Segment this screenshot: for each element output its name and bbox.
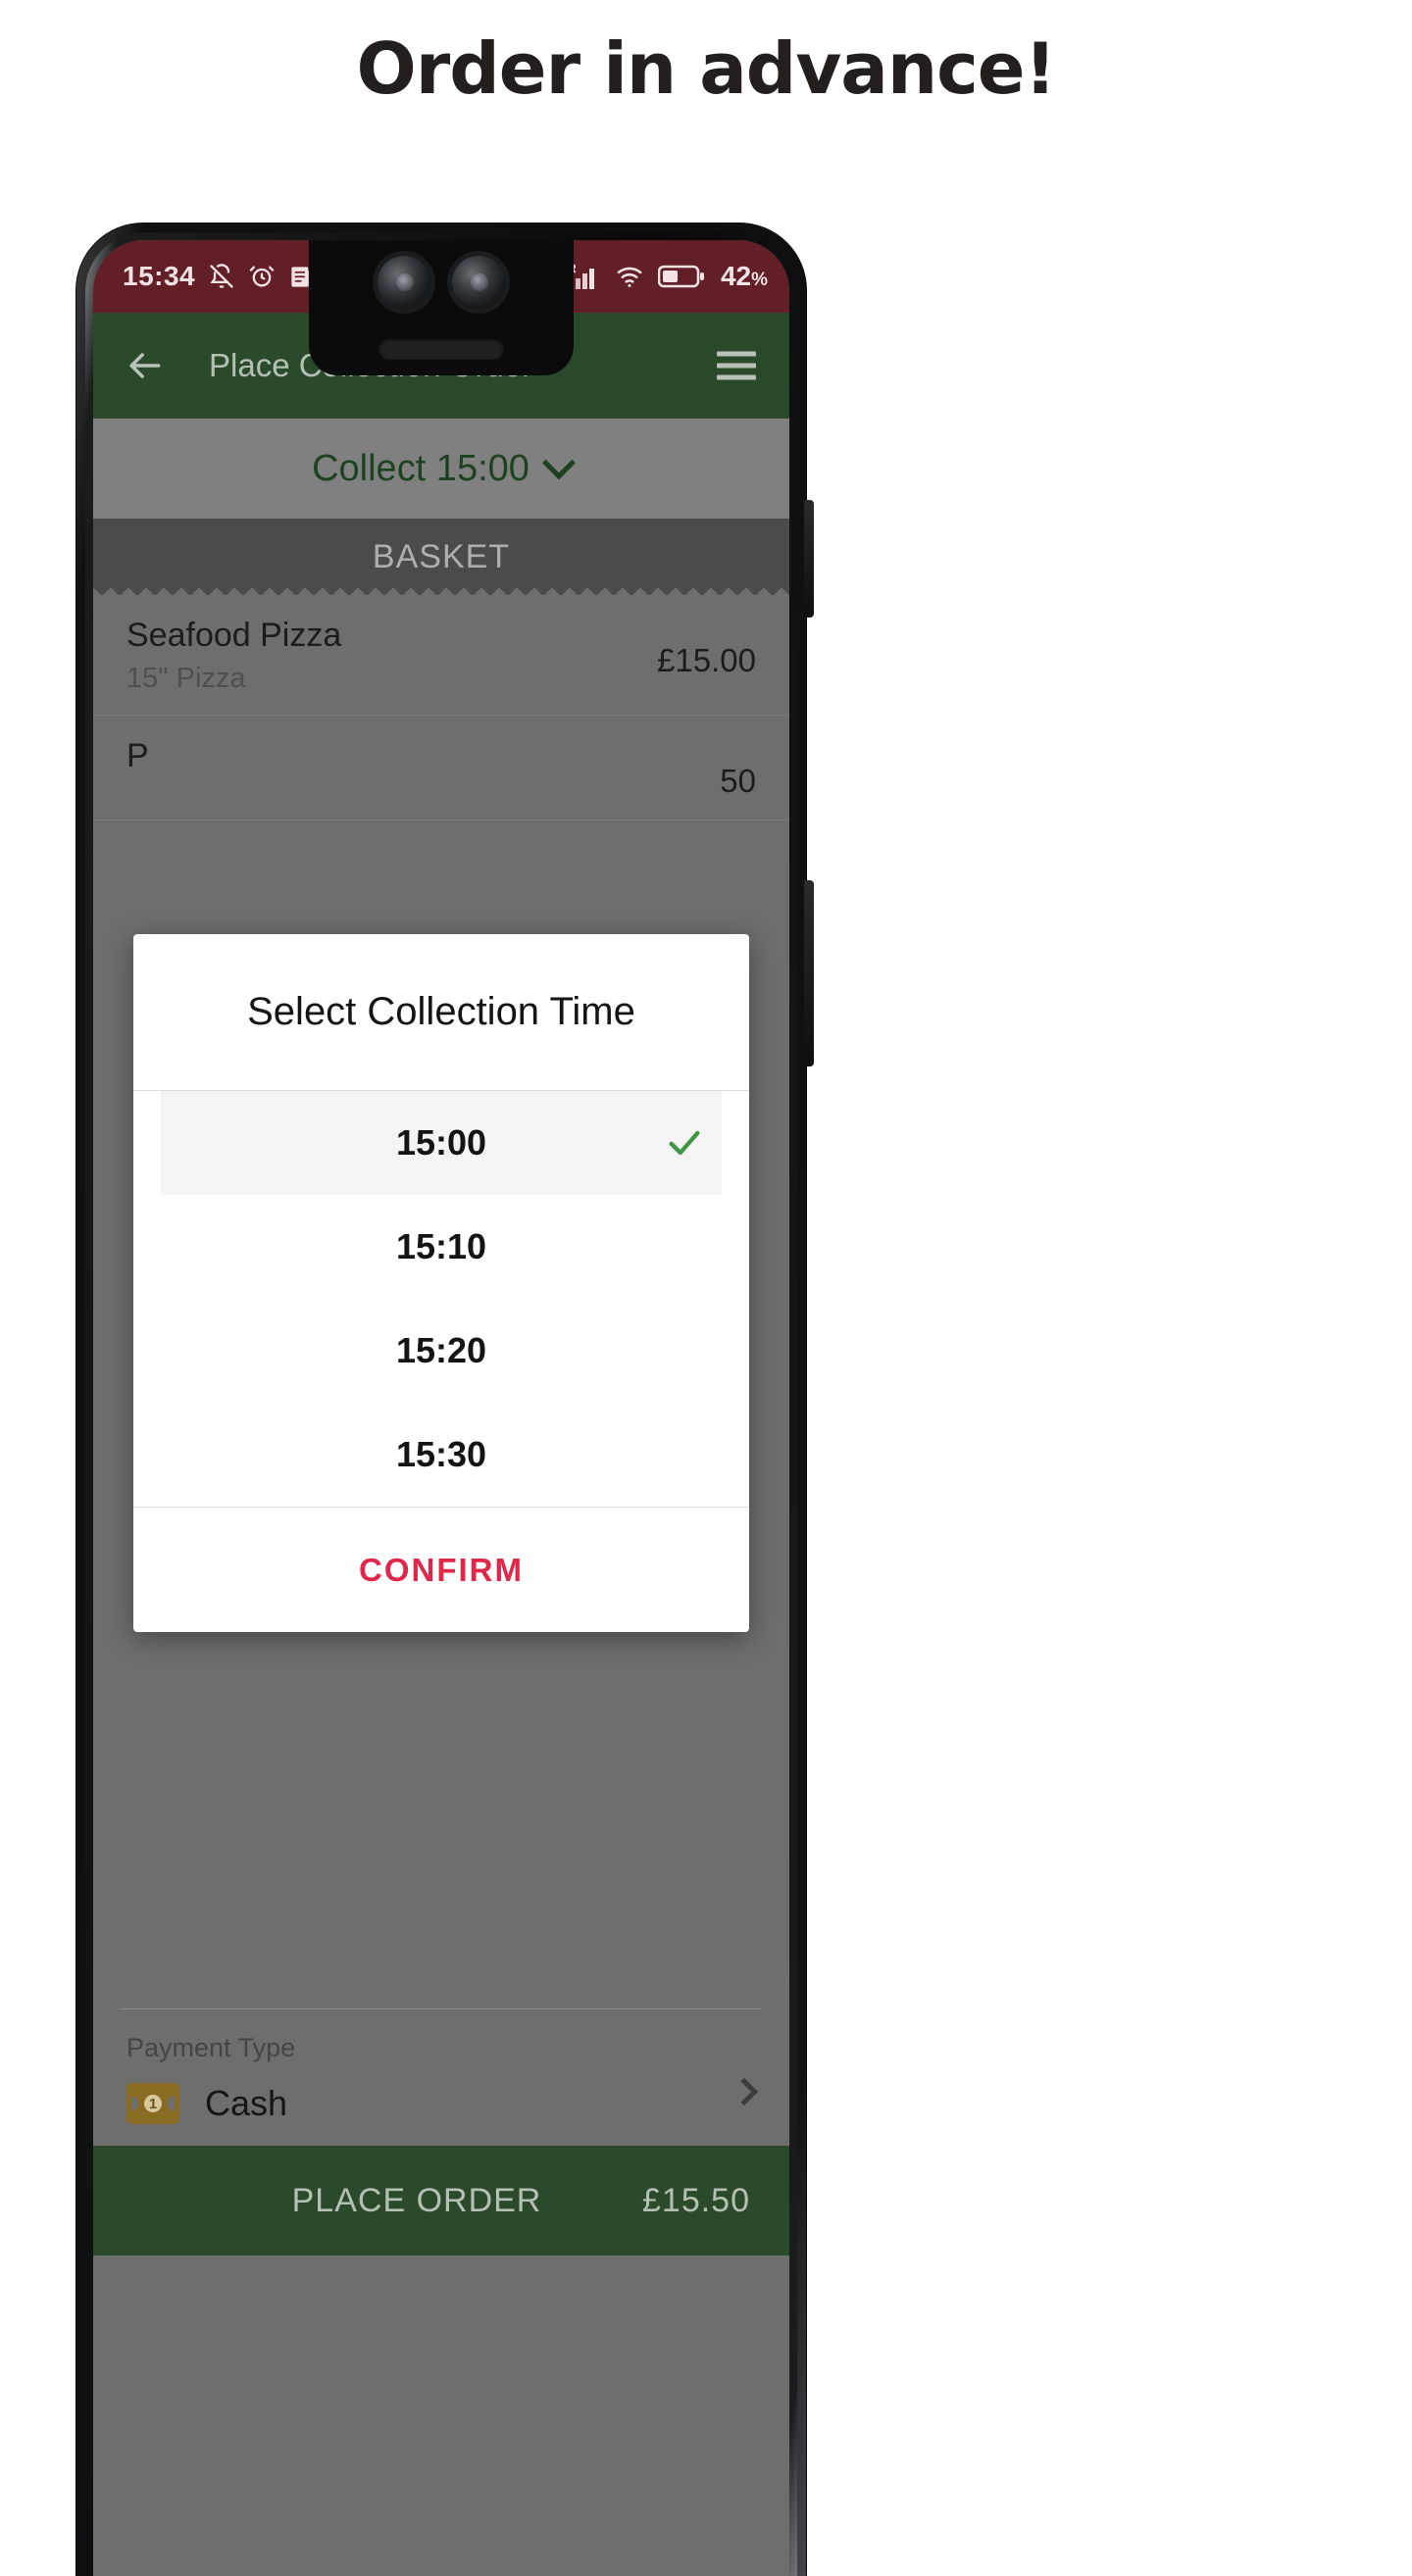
collection-time-selector[interactable]: Collect 15:00 — [93, 419, 789, 519]
time-option-label: 15:30 — [395, 1434, 487, 1474]
place-order-button[interactable]: PLACE ORDER £15.50 — [93, 2146, 789, 2255]
back-arrow-icon[interactable] — [123, 344, 166, 387]
phone-screen: 15:34 42% Place Collect 15:00 BASKET Sea… — [93, 240, 789, 2576]
check-icon — [665, 1123, 704, 1163]
phone-notch — [309, 240, 574, 375]
select-collection-time-dialog: Select Collection Time 15:00 15:10 15:20 — [133, 934, 749, 1632]
phone-power-button[interactable] — [804, 500, 814, 618]
cash-banknote-icon: 1 — [126, 2083, 179, 2124]
chevron-down-icon — [541, 446, 576, 480]
phone-volume-button[interactable] — [804, 880, 814, 1066]
battery-icon — [657, 263, 705, 290]
dialog-footer: CONFIRM — [133, 1507, 749, 1632]
basket-item-description: 15" Pizza — [126, 663, 246, 694]
confirm-button[interactable]: CONFIRM — [359, 1552, 524, 1589]
basket-item-name: Seafood Pizza — [126, 617, 342, 654]
dialog-title: Select Collection Time — [133, 934, 749, 1091]
time-option-1520[interactable]: 15:20 — [161, 1299, 722, 1403]
banknote-value-label: 1 — [142, 2093, 164, 2114]
basket-item-name: P — [126, 737, 149, 774]
time-option-label: 15:20 — [395, 1330, 487, 1370]
table-row[interactable]: Seafood Pizza 15" Pizza £15.00 — [93, 595, 789, 716]
status-bar-clock: 15:34 — [123, 261, 196, 291]
place-order-total: £15.50 — [642, 2181, 750, 2219]
basket-header-label: BASKET — [372, 537, 511, 575]
collection-time-label: Collect 15:00 — [312, 447, 530, 489]
status-bar: 15:34 42% — [93, 240, 789, 375]
phone-mockup: 15:34 42% Place Collect 15:00 BASKET Sea… — [76, 223, 814, 2576]
front-camera-right-icon — [452, 256, 505, 309]
page-title: Order in advance! — [356, 27, 1057, 110]
hamburger-menu-icon[interactable] — [717, 345, 756, 387]
payment-type-label: Payment Type — [126, 2033, 296, 2062]
alarm-clock-icon — [248, 263, 276, 290]
basket-item-price: £15.00 — [657, 642, 756, 678]
time-option-label: 15:10 — [395, 1226, 487, 1266]
wifi-icon — [614, 263, 645, 290]
payment-type-row[interactable]: Payment Type 1 Cash — [93, 2009, 789, 2146]
bell-off-icon — [208, 263, 235, 290]
place-order-label: PLACE ORDER — [291, 2181, 542, 2219]
time-option-1500[interactable]: 15:00 — [161, 1091, 722, 1195]
basket-header: BASKET — [93, 519, 789, 596]
front-camera-left-icon — [378, 256, 430, 309]
time-option-label: 15:00 — [395, 1122, 487, 1163]
table-row[interactable]: P 50 — [93, 716, 789, 820]
basket-item-price: 50 — [720, 763, 756, 799]
time-option-1530[interactable]: 15:30 — [161, 1403, 722, 1507]
payment-type-value: Cash — [205, 2083, 288, 2123]
battery-percent: 42% — [720, 261, 768, 291]
earpiece-speaker — [378, 338, 504, 360]
receipt-zigzag-edge — [93, 582, 789, 596]
time-option-1510[interactable]: 15:10 — [161, 1195, 722, 1299]
time-options-list: 15:00 15:10 15:20 15:30 — [133, 1091, 749, 1507]
